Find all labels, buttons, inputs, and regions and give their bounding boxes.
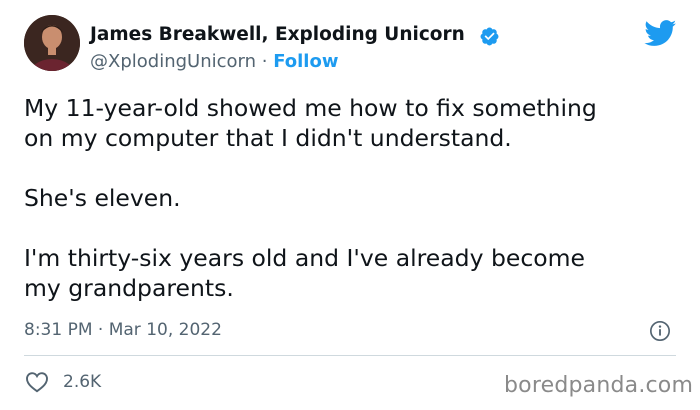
author-handle[interactable]: @XplodingUnicorn bbox=[90, 51, 256, 72]
tweet-text: My 11-year-old showed me how to fix some… bbox=[24, 94, 597, 302]
info-icon[interactable] bbox=[649, 320, 671, 342]
author-display-name[interactable]: James Breakwell, Exploding Unicorn bbox=[90, 22, 465, 48]
twitter-bird-icon[interactable] bbox=[644, 20, 677, 47]
divider bbox=[24, 355, 676, 356]
tweet-timestamp[interactable]: 8:31 PM · Mar 10, 2022 bbox=[24, 318, 222, 342]
tweet-card: James Breakwell, Exploding Unicorn @Xplo… bbox=[0, 0, 700, 410]
watermark: boredpanda.com bbox=[504, 373, 694, 398]
verified-badge-icon bbox=[480, 27, 499, 46]
follow-link[interactable]: Follow bbox=[273, 51, 338, 72]
separator: · bbox=[256, 51, 274, 72]
like-count[interactable]: 2.6K bbox=[63, 370, 101, 394]
avatar[interactable] bbox=[24, 15, 80, 71]
author-handle-row: @XplodingUnicorn · Follow bbox=[90, 49, 338, 75]
heart-icon[interactable] bbox=[25, 371, 49, 393]
